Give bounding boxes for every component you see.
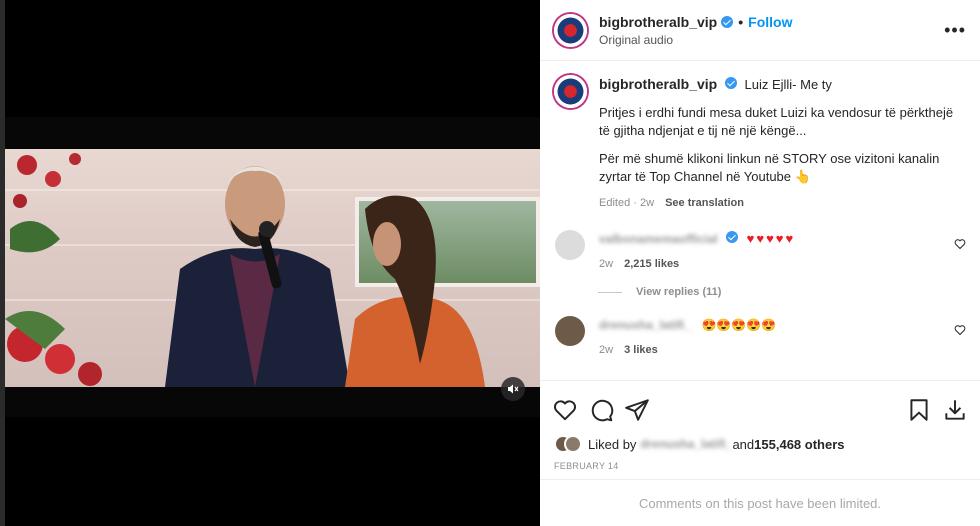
speaker-muted-icon bbox=[508, 384, 519, 394]
caption-username[interactable]: bigbrotheralb_vip bbox=[599, 76, 717, 92]
see-translation-link[interactable]: See translation bbox=[665, 197, 744, 209]
verified-badge-icon bbox=[724, 77, 737, 89]
post-details-panel: bigbrotheralb_vip • Follow Original audi… bbox=[540, 0, 980, 526]
view-replies-label: View replies (11) bbox=[636, 286, 722, 298]
like-heart-icon[interactable] bbox=[552, 397, 578, 423]
video-frame-image bbox=[5, 149, 540, 387]
comment-item: valbonamemaofficial ♥♥♥♥♥ 2w 2,215 likes bbox=[554, 230, 966, 270]
separator-dot: • bbox=[738, 13, 744, 30]
comment-likes[interactable]: 3 likes bbox=[624, 344, 658, 356]
post-actions-bar bbox=[540, 381, 980, 429]
share-paper-plane-icon[interactable] bbox=[624, 397, 650, 423]
caption: bigbrotheralb_vip Luiz Ejlli- Me ty Prit… bbox=[554, 75, 966, 212]
caption-paragraph: Për më shumë klikoni linkun në STORY ose… bbox=[599, 151, 940, 184]
audio-label[interactable]: Original audio bbox=[599, 33, 944, 47]
bookmark-icon[interactable] bbox=[906, 397, 932, 423]
commenter-avatar[interactable] bbox=[555, 230, 585, 260]
media-panel bbox=[0, 0, 540, 526]
instagram-post-modal: bigbrotheralb_vip • Follow Original audi… bbox=[0, 0, 980, 526]
flower-decoration bbox=[5, 153, 102, 386]
like-comment-icon[interactable] bbox=[954, 238, 966, 250]
comment-bubble-icon[interactable] bbox=[588, 397, 614, 423]
replies-divider-line bbox=[598, 291, 622, 293]
commenter-username[interactable]: valbonamemaofficial bbox=[599, 232, 718, 246]
verified-badge-icon bbox=[726, 231, 739, 243]
more-options-icon[interactable]: ••• bbox=[944, 20, 966, 41]
liked-by-prefix: Liked by bbox=[588, 436, 637, 452]
liker-avatar[interactable] bbox=[564, 435, 582, 453]
commenter-username[interactable]: drenusha_latifi_ bbox=[599, 318, 691, 332]
post-header: bigbrotheralb_vip • Follow Original audi… bbox=[540, 0, 980, 61]
author-avatar[interactable] bbox=[554, 13, 587, 47]
liked-by-user[interactable]: drenusha_latifi_ bbox=[640, 437, 732, 451]
caption-author-avatar[interactable] bbox=[554, 75, 587, 108]
video-player[interactable] bbox=[5, 117, 540, 417]
view-replies-button[interactable]: View replies (11) bbox=[598, 286, 966, 298]
woman-figure bbox=[345, 195, 485, 387]
likes-summary: Liked by drenusha_latifi_ and 155,468 ot… bbox=[540, 429, 980, 453]
mute-toggle-button[interactable] bbox=[501, 377, 525, 401]
download-icon[interactable] bbox=[942, 397, 968, 423]
follow-button[interactable]: Follow bbox=[748, 14, 792, 30]
likes-count[interactable]: 155,468 others bbox=[754, 437, 844, 452]
edited-timestamp: Edited · 2w bbox=[599, 197, 655, 209]
like-comment-icon[interactable] bbox=[954, 324, 966, 336]
comment-age: 2w bbox=[599, 258, 614, 270]
comment-text: 😍😍😍😍😍 bbox=[701, 318, 777, 332]
comments-limited-notice: Comments on this post have been limited. bbox=[540, 479, 980, 526]
verified-badge-icon bbox=[721, 15, 734, 28]
author-username[interactable]: bigbrotheralb_vip bbox=[599, 14, 717, 30]
comment-likes[interactable]: 2,215 likes bbox=[624, 258, 679, 270]
liked-by-and: and bbox=[732, 436, 755, 452]
comment-age: 2w bbox=[599, 344, 614, 356]
caption-title: Luiz Ejlli- Me ty bbox=[744, 77, 832, 92]
comments-scroll-area[interactable]: bigbrotheralb_vip Luiz Ejlli- Me ty Prit… bbox=[540, 61, 980, 381]
post-date[interactable]: FEBRUARY 14 bbox=[540, 453, 980, 471]
comment-item: drenusha_latifi_ 😍😍😍😍😍 2w 3 likes bbox=[554, 316, 966, 356]
comment-text: ♥♥♥♥♥ bbox=[746, 231, 796, 246]
caption-paragraph: Pritjes i erdhi fundi mesa duket Luizi k… bbox=[599, 105, 954, 138]
commenter-avatar[interactable] bbox=[555, 316, 585, 346]
